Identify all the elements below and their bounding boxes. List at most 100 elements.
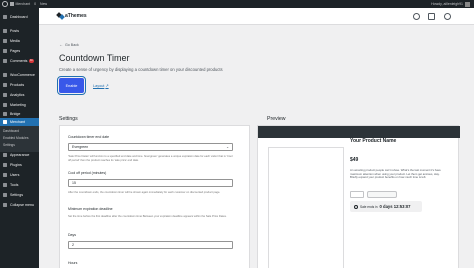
comment-icon — [3, 59, 7, 63]
min-expiration-label: Minimum expiration deadline — [68, 207, 113, 211]
sidebar-item-label: Posts — [10, 29, 19, 33]
notification-icon[interactable] — [413, 13, 420, 20]
sidebar-item-label: Collapse menu — [10, 203, 34, 207]
merchant-submenu: Dashboard Enabled Modules Settings — [0, 126, 39, 152]
admin-bar-site-name[interactable]: Merchant — [16, 2, 31, 6]
sidebar-item-products[interactable]: Products — [0, 81, 39, 89]
days-input[interactable]: 2 — [68, 241, 233, 249]
home-icon — [10, 2, 14, 6]
preview-card: Your Product Name $49 An amazing product… — [257, 125, 460, 268]
chevron-down-icon: ⌄ — [226, 145, 229, 149]
end-date-select[interactable]: Evergreen ⌄ — [68, 143, 233, 151]
product-description: An amazing product people can't refuse. … — [350, 168, 441, 180]
plugin-header: aThemes — [39, 8, 474, 25]
sidebar-item-tools[interactable]: Tools — [0, 181, 39, 189]
sidebar-item-label: Merchant — [10, 120, 25, 124]
sidebar-item-label: Appearance — [10, 153, 30, 157]
admin-bar-comments[interactable]: 0 — [34, 2, 36, 6]
product-price: $49 — [350, 157, 359, 163]
comments-count-badge: 11 — [28, 59, 34, 63]
arrow-left-icon: ← — [59, 42, 63, 47]
avatar — [465, 1, 470, 7]
add-to-cart-button[interactable] — [367, 191, 397, 198]
timer-label: Sale ends in — [360, 204, 378, 209]
help-icon[interactable] — [444, 13, 451, 20]
sidebar-item-label: Analytics — [10, 93, 25, 97]
product-image-placeholder — [268, 147, 344, 268]
settings-icon — [3, 193, 7, 197]
megaphone-icon — [3, 103, 7, 107]
sidebar-item-comments[interactable]: Comments 11 — [0, 57, 39, 65]
sidebar-item-label: Settings — [10, 193, 23, 197]
submenu-item-enabled-modules[interactable]: Enabled Modules — [3, 136, 28, 140]
admin-bar: Merchant 0 New Howdy, aillenleigh91 — [0, 0, 474, 8]
sidebar-item-users[interactable]: Users — [0, 171, 39, 179]
pin-icon — [3, 29, 7, 33]
sidebar-item-dashboard[interactable]: Dashboard — [0, 13, 39, 21]
bridge-icon — [3, 112, 7, 116]
archive-icon — [3, 83, 7, 87]
page-title: Countdown Timer — [59, 53, 130, 63]
sidebar-item-plugins[interactable]: Plugins — [0, 161, 39, 169]
sidebar-item-label: WooCommerce — [10, 73, 35, 77]
sidebar-item-bridge[interactable]: Bridge — [0, 110, 39, 118]
cool-off-help: After the countdown ends, the countdown … — [68, 191, 221, 194]
media-icon — [3, 39, 7, 43]
admin-bar-account[interactable]: Howdy, aillenleigh91 — [431, 0, 470, 8]
cool-off-value: 15 — [72, 181, 76, 185]
end-date-value: Evergreen — [72, 145, 89, 149]
layout-link-label: Layout — [93, 83, 105, 88]
sidebar-item-appearance[interactable]: Appearance — [0, 151, 39, 159]
merchant-icon — [3, 120, 7, 124]
external-link-icon: ↗ — [105, 84, 109, 88]
sidebar-item-pages[interactable]: Pages — [0, 47, 39, 55]
add-to-cart-row — [350, 191, 397, 198]
sidebar-item-posts[interactable]: Posts — [0, 27, 39, 35]
athemes-logo-icon — [57, 12, 64, 20]
sidebar-collapse-menu[interactable]: Collapse menu — [0, 201, 39, 209]
go-back-label: Go Back — [65, 42, 79, 47]
brand-logo[interactable]: aThemes — [57, 12, 87, 20]
sidebar-item-label: Tools — [10, 183, 19, 187]
sidebar-item-merchant[interactable]: Merchant — [0, 118, 39, 126]
docs-icon[interactable] — [428, 13, 435, 20]
end-date-label: Countdown timer end date — [68, 135, 110, 139]
sidebar-item-media[interactable]: Media — [0, 37, 39, 45]
sidebar-item-label: Bridge — [10, 112, 21, 116]
users-icon — [3, 173, 7, 177]
page-description: Create a sense of urgency by displaying … — [59, 67, 223, 72]
cool-off-input[interactable]: 15 — [68, 179, 233, 187]
layout-link[interactable]: Layout ↗ — [93, 83, 109, 89]
sidebar-item-label: Products — [10, 83, 25, 87]
wordpress-logo-icon[interactable] — [2, 1, 8, 7]
preview-title: Preview — [267, 116, 286, 122]
page-icon — [3, 49, 7, 53]
product-name: Your Product Name — [350, 138, 397, 144]
min-expiration-help: Set the time before the first deadline a… — [68, 215, 227, 218]
quantity-input[interactable] — [350, 191, 364, 198]
sidebar-item-analytics[interactable]: Analytics — [0, 91, 39, 99]
timer-value: 0 days 12:53:07 — [379, 204, 411, 209]
countdown-timer: Sale ends in 0 days 12:53:07 — [350, 201, 422, 212]
sidebar-item-label: Media — [10, 39, 20, 43]
sidebar-item-settings[interactable]: Settings — [0, 191, 39, 199]
submenu-item-settings[interactable]: Settings — [3, 143, 15, 147]
sidebar-item-woocommerce[interactable]: WooCommerce — [0, 71, 39, 79]
admin-sidebar: Dashboard Posts Media Pages Comments 11 W… — [0, 8, 39, 268]
enable-button[interactable]: Enable — [57, 76, 86, 95]
days-label: Days — [68, 233, 76, 237]
clock-icon — [354, 204, 358, 209]
tools-icon — [3, 183, 7, 187]
submenu-item-dashboard[interactable]: Dashboard — [3, 129, 19, 133]
admin-bar-new[interactable]: New — [40, 2, 47, 6]
cool-off-label: Cool off period (minutes) — [68, 171, 107, 175]
sidebar-item-label: Marketing — [10, 103, 26, 107]
admin-bar-greeting: Howdy, aillenleigh91 — [431, 2, 463, 6]
days-value: 2 — [72, 243, 74, 247]
preview-header-bar — [258, 126, 460, 138]
sidebar-item-marketing[interactable]: Marketing — [0, 101, 39, 109]
end-date-help: 'Sale Price Dates' will function to a sp… — [68, 155, 233, 162]
hours-label: Hours — [68, 261, 78, 265]
settings-card: Countdown timer end date Evergreen ⌄ 'Sa… — [59, 125, 250, 268]
go-back-link[interactable]: ← Go Back — [59, 42, 79, 47]
